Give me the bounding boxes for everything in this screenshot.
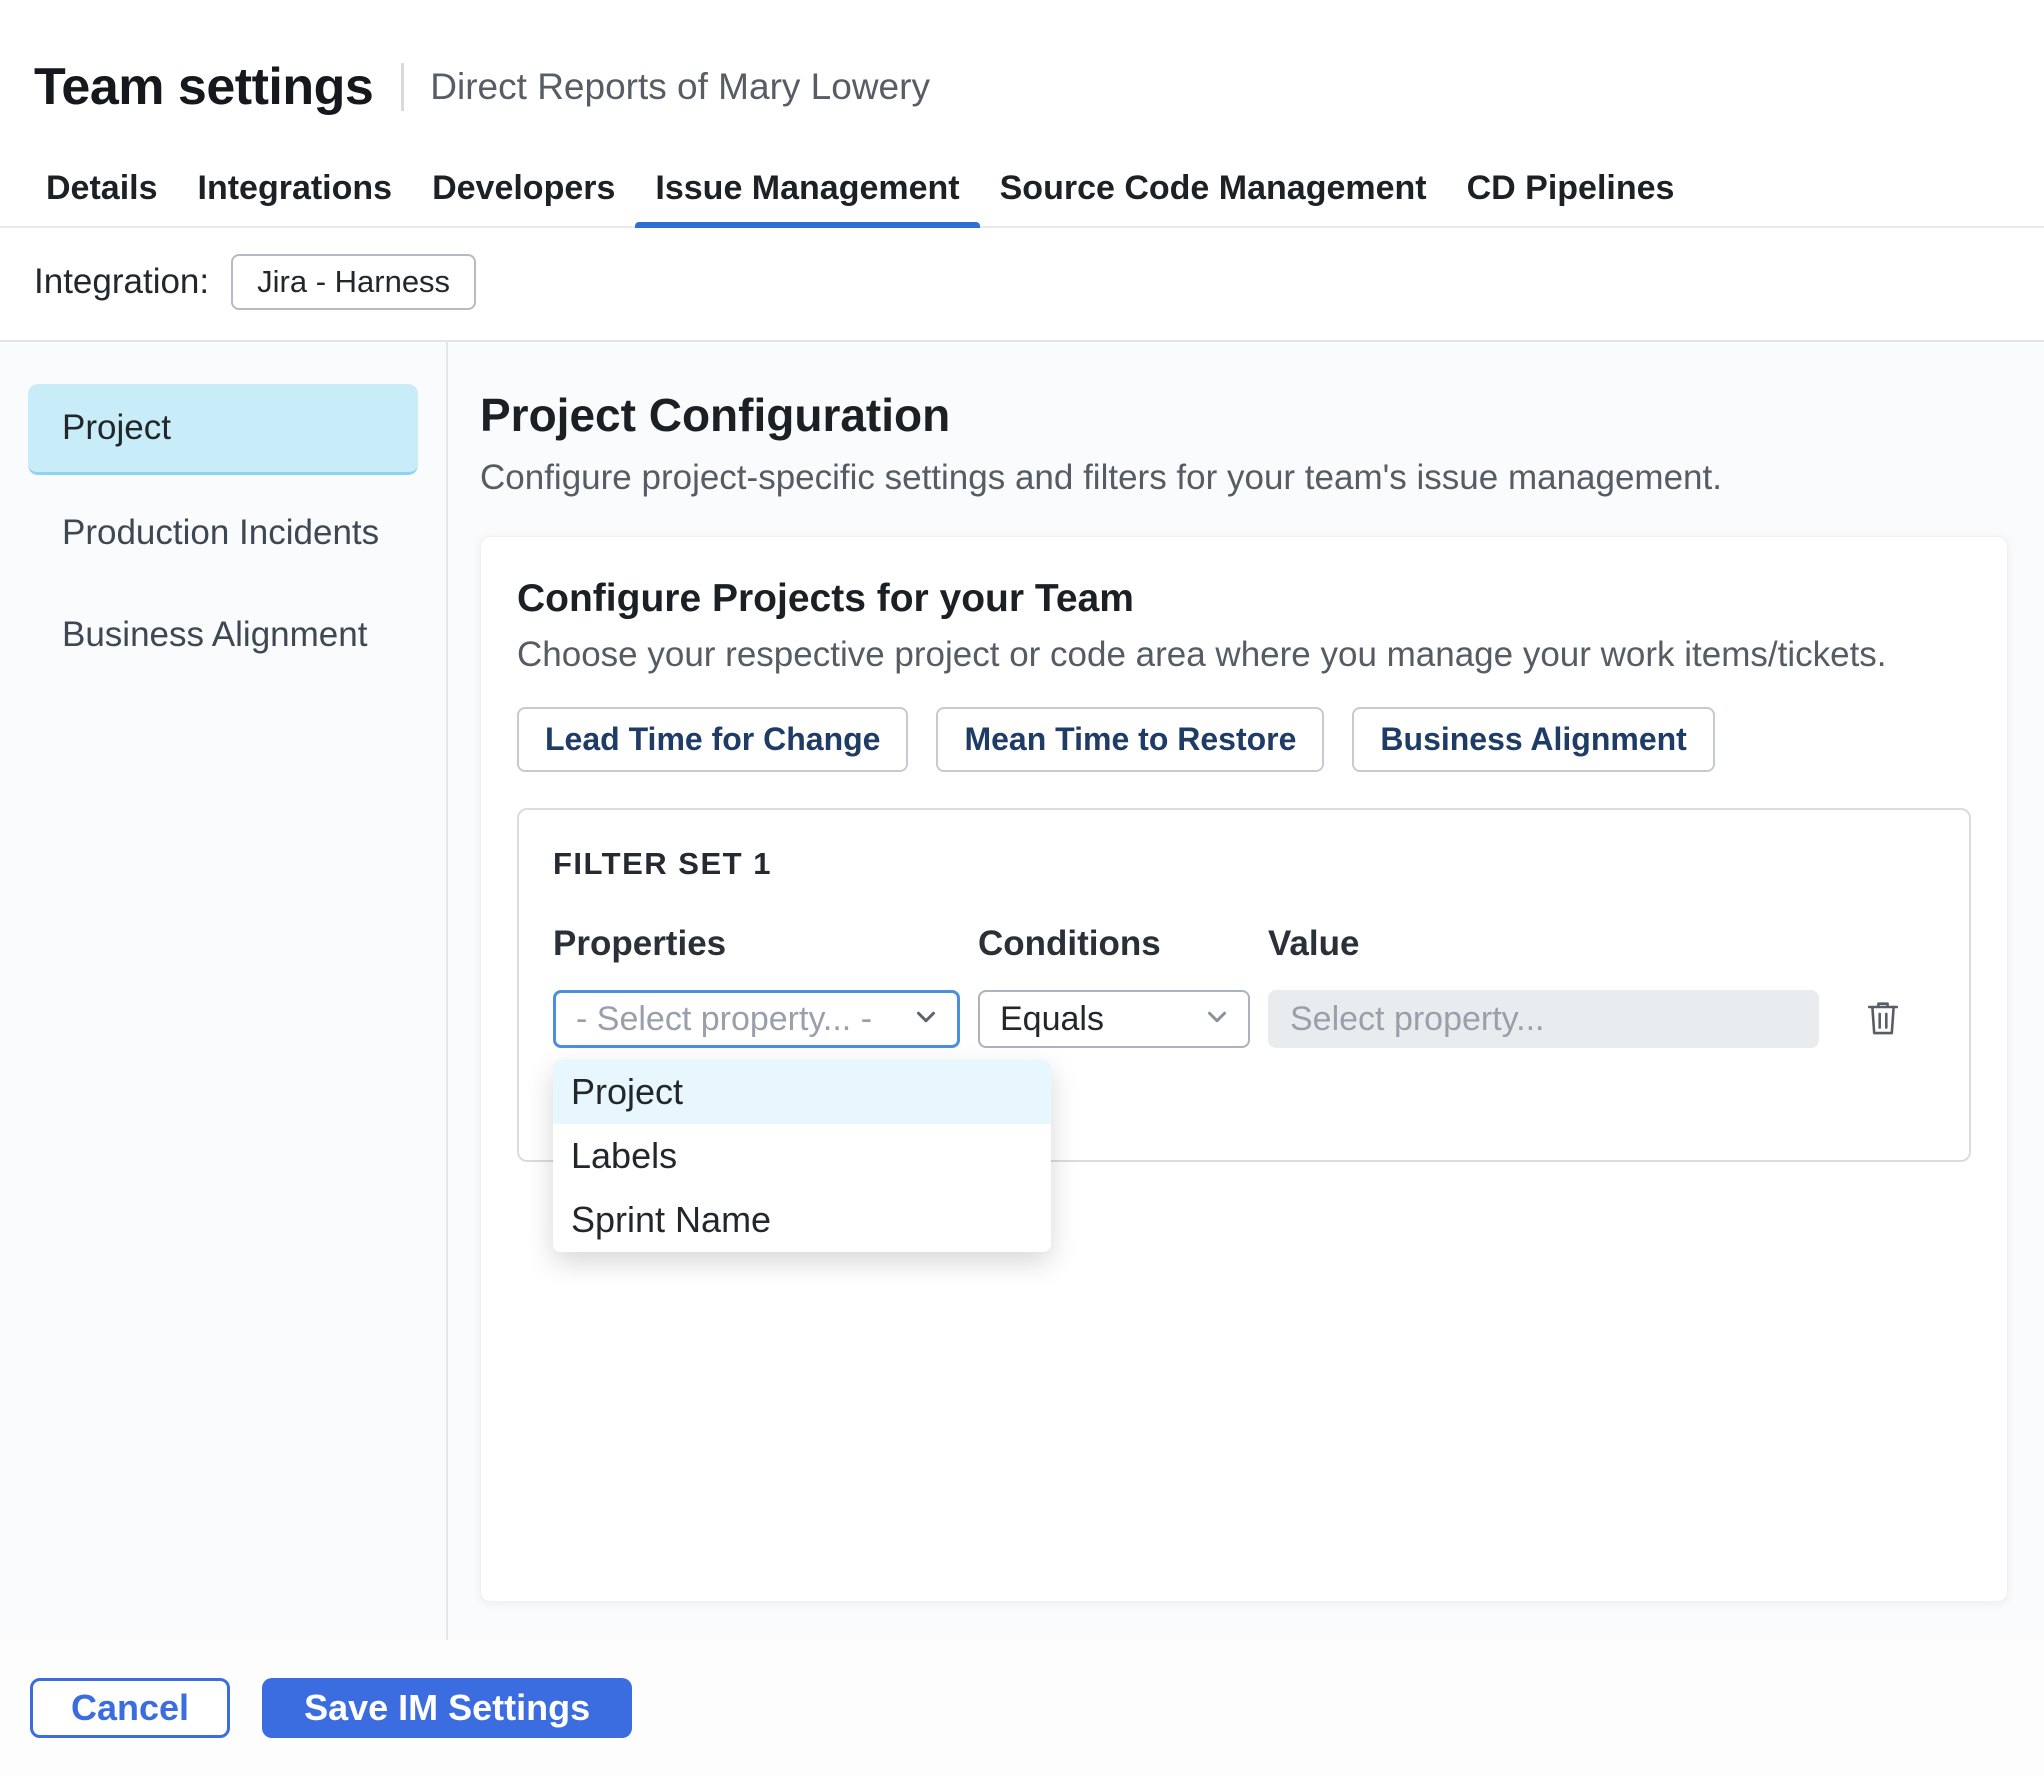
- section-title: Project Configuration: [480, 389, 951, 441]
- value-input[interactable]: [1268, 990, 1819, 1048]
- content-area: Project Production Incidents Business Al…: [0, 342, 2044, 1640]
- chevron-down-icon: [1202, 1002, 1232, 1037]
- sidebar-item-business-alignment[interactable]: Business Alignment: [28, 591, 418, 679]
- page-subtitle: Direct Reports of Mary Lowery: [401, 62, 930, 112]
- column-header-value: Value: [1268, 924, 1360, 963]
- metric-chip-row: Lead Time for Change Mean Time to Restor…: [517, 707, 1971, 772]
- dropdown-option-labels[interactable]: Labels: [553, 1124, 1051, 1188]
- chip-lead-time-for-change[interactable]: Lead Time for Change: [517, 707, 909, 772]
- chip-business-alignment[interactable]: Business Alignment: [1352, 707, 1715, 772]
- card-title: Configure Projects for your Team: [517, 577, 1134, 620]
- configure-projects-card: Configure Projects for your Team Choose …: [480, 536, 2008, 1602]
- column-header-properties: Properties: [553, 924, 727, 963]
- tab-source-code-management[interactable]: Source Code Management: [980, 150, 1447, 226]
- properties-select-placeholder: - Select property... -: [576, 999, 873, 1038]
- settings-sidebar: Project Production Incidents Business Al…: [0, 342, 448, 1640]
- conditions-select-value: Equals: [1000, 999, 1104, 1038]
- filter-set-1: FILTER SET 1 Properties Conditions Value…: [517, 808, 1971, 1252]
- section-subtitle: Configure project-specific settings and …: [480, 458, 1722, 497]
- sidebar-item-production-incidents[interactable]: Production Incidents: [28, 489, 418, 577]
- conditions-select[interactable]: Equals: [978, 990, 1250, 1048]
- page-header: Team settings Direct Reports of Mary Low…: [0, 0, 2044, 150]
- cancel-button[interactable]: Cancel: [30, 1678, 231, 1738]
- tab-details[interactable]: Details: [26, 150, 178, 226]
- dropdown-option-sprint-name[interactable]: Sprint Name: [553, 1188, 1051, 1252]
- dropdown-option-project[interactable]: Project: [553, 1060, 1051, 1124]
- filter-set-title: FILTER SET 1: [553, 846, 772, 881]
- main-panel: Project Configuration Configure project-…: [448, 342, 2044, 1640]
- column-header-conditions: Conditions: [978, 924, 1161, 963]
- tab-bar: Details Integrations Developers Issue Ma…: [0, 150, 2044, 228]
- integration-chip[interactable]: Jira - Harness: [231, 254, 477, 310]
- save-im-settings-button[interactable]: Save IM Settings: [262, 1678, 633, 1738]
- properties-select[interactable]: - Select property... -: [553, 990, 960, 1048]
- tab-issue-management[interactable]: Issue Management: [635, 150, 980, 228]
- chip-mean-time-to-restore[interactable]: Mean Time to Restore: [936, 707, 1325, 772]
- tab-developers[interactable]: Developers: [412, 150, 635, 226]
- filter-grid: Properties Conditions Value - Select pro…: [553, 924, 1935, 1048]
- card-subtitle: Choose your respective project or code a…: [517, 635, 1887, 674]
- trash-icon: [1861, 1001, 1905, 1043]
- page-title: Team settings: [34, 58, 374, 116]
- chevron-down-icon: [911, 1002, 941, 1037]
- tab-integrations[interactable]: Integrations: [178, 150, 413, 226]
- integration-row: Integration: Jira - Harness: [0, 228, 2044, 340]
- properties-dropdown-menu: Project Labels Sprint Name: [553, 1060, 1051, 1252]
- tab-cd-pipelines[interactable]: CD Pipelines: [1447, 150, 1695, 226]
- delete-filter-button[interactable]: [1859, 995, 1907, 1043]
- sidebar-item-project[interactable]: Project: [28, 384, 418, 475]
- footer-action-bar: Cancel Save IM Settings: [0, 1640, 2044, 1776]
- integration-label: Integration:: [34, 262, 210, 301]
